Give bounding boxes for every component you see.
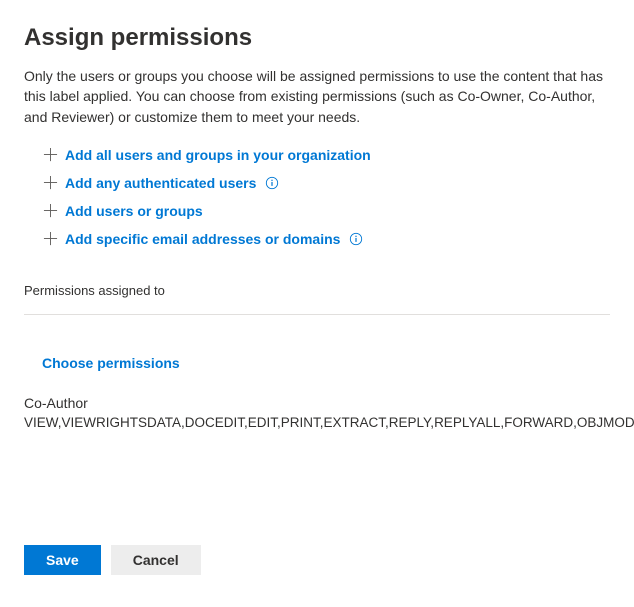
add-options-list: Add all users and groups in your organiz… xyxy=(42,141,610,253)
info-icon[interactable] xyxy=(349,232,363,246)
choose-permissions-link[interactable]: Choose permissions xyxy=(42,355,610,371)
add-all-users-option[interactable]: Add all users and groups in your organiz… xyxy=(42,141,610,169)
add-any-authenticated-label: Add any authenticated users xyxy=(65,175,256,191)
cancel-button[interactable]: Cancel xyxy=(111,545,201,575)
add-all-users-label: Add all users and groups in your organiz… xyxy=(65,147,371,163)
add-any-authenticated-option[interactable]: Add any authenticated users xyxy=(42,169,610,197)
save-button[interactable]: Save xyxy=(24,545,101,575)
add-specific-email-label: Add specific email addresses or domains xyxy=(65,231,340,247)
plus-icon xyxy=(42,203,58,219)
add-users-groups-option[interactable]: Add users or groups xyxy=(42,197,610,225)
plus-icon xyxy=(42,231,58,247)
add-users-groups-label: Add users or groups xyxy=(65,203,203,219)
info-icon[interactable] xyxy=(265,176,279,190)
page-description: Only the users or groups you choose will… xyxy=(24,66,610,127)
permission-role: Co-Author xyxy=(24,395,610,411)
page-title: Assign permissions xyxy=(24,24,610,52)
permission-details: VIEW,VIEWRIGHTSDATA,DOCEDIT,EDIT,PRINT,E… xyxy=(24,415,610,430)
permissions-assigned-header: Permissions assigned to xyxy=(24,283,610,315)
add-specific-email-option[interactable]: Add specific email addresses or domains xyxy=(42,225,610,253)
button-row: Save Cancel xyxy=(24,545,610,575)
plus-icon xyxy=(42,147,58,163)
plus-icon xyxy=(42,175,58,191)
